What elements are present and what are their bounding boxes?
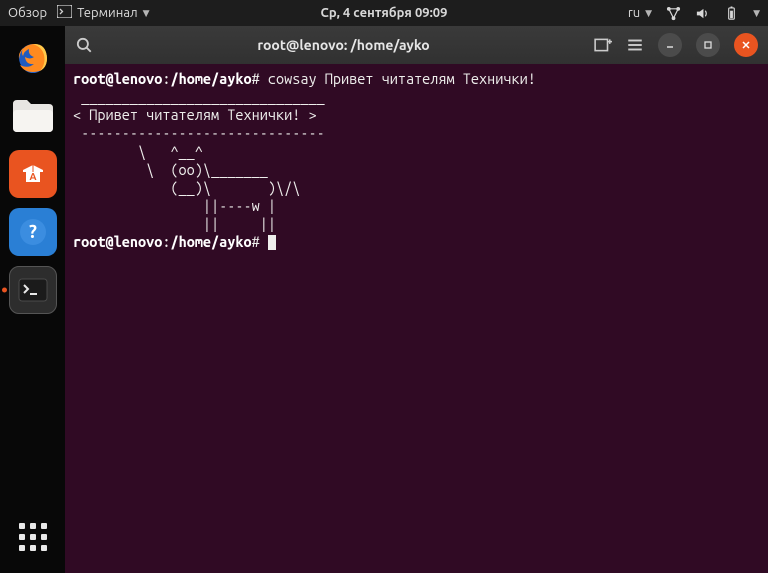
window-titlebar[interactable]: root@lenovo: /home/ayko: [65, 26, 768, 64]
network-icon[interactable]: [666, 6, 681, 21]
dock-app-terminal[interactable]: [9, 266, 57, 314]
new-tab-icon[interactable]: [594, 36, 612, 54]
dock: A ?: [0, 26, 65, 573]
dock-app-files[interactable]: [9, 92, 57, 140]
dock-app-software[interactable]: A: [9, 150, 57, 198]
svg-text:?: ?: [29, 222, 37, 242]
window-title: root@lenovo: /home/ayko: [103, 37, 584, 53]
grid-icon: [19, 523, 47, 551]
workspace-area: A ? root@lenovo: /home/ayko: [0, 26, 768, 573]
window-maximize-button[interactable]: [696, 33, 720, 57]
prompt-path: /home/ayko: [170, 233, 251, 250]
battery-icon[interactable]: [724, 6, 739, 21]
svg-text:A: A: [29, 171, 36, 182]
window-close-button[interactable]: [734, 33, 758, 57]
output-line: \ ^__^: [73, 143, 203, 160]
output-line: ______________________________: [73, 88, 333, 105]
dock-app-help[interactable]: ?: [9, 208, 57, 256]
clock[interactable]: Ср, 4 сентября 09:09: [321, 6, 448, 20]
output-line: ||----w |: [73, 197, 276, 214]
terminal-icon: [57, 5, 72, 21]
prompt-path: /home/ayko: [170, 70, 251, 87]
app-menu-label: Терминал: [77, 6, 137, 20]
input-language[interactable]: ru ▼: [628, 6, 652, 20]
hamburger-menu-icon[interactable]: [626, 36, 644, 54]
command-text: cowsay Привет читателям Технички!: [268, 70, 536, 87]
cursor: [268, 235, 276, 250]
output-line: < Привет читателям Технички! >: [73, 106, 317, 123]
system-menu-chevron[interactable]: ▼: [753, 8, 760, 19]
output-line: (__)\ )\/\: [73, 179, 300, 196]
app-menu[interactable]: Терминал ▼: [57, 5, 149, 21]
window-minimize-button[interactable]: [658, 33, 682, 57]
output-line: || ||: [73, 215, 276, 232]
volume-icon[interactable]: [695, 6, 710, 21]
chevron-down-icon: ▼: [143, 8, 150, 19]
terminal-body[interactable]: root@lenovo:/home/ayko# cowsay Привет чи…: [65, 64, 768, 573]
search-icon[interactable]: [75, 36, 93, 54]
chevron-down-icon: ▼: [645, 8, 652, 19]
activities-button[interactable]: Обзор: [8, 6, 47, 20]
output-line: ------------------------------: [73, 124, 333, 141]
top-panel: Обзор Терминал ▼ Ср, 4 сентября 09:09 ru…: [0, 0, 768, 26]
output-line: \ (oo)\_______: [73, 161, 268, 178]
show-applications-button[interactable]: [9, 513, 57, 561]
prompt-user: root@lenovo: [73, 70, 162, 87]
dock-app-firefox[interactable]: [9, 34, 57, 82]
terminal-window: root@lenovo: /home/ayko root@le: [65, 26, 768, 573]
prompt-user: root@lenovo: [73, 233, 162, 250]
